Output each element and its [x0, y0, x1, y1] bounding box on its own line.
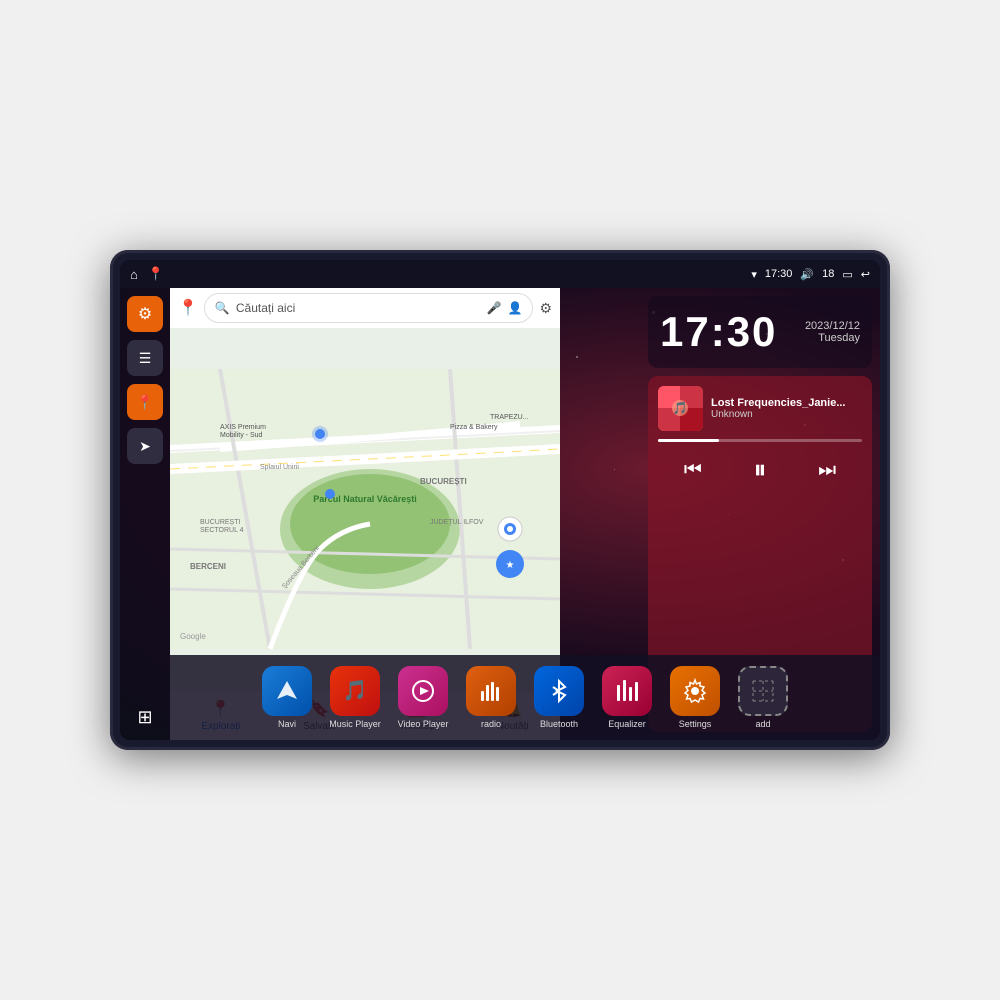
map-svg: ★ Parcul Natural Văcărești AXIS Premium [170, 328, 560, 690]
music-player-label: Music Player [329, 719, 381, 729]
mic-icon[interactable]: 🎤 [487, 301, 502, 315]
map-search-bar[interactable]: 🔍 Căutați aici 🎤 👤 [204, 293, 534, 323]
svg-text:BUCUREȘTI: BUCUREȘTI [200, 519, 241, 526]
google-maps-icon: 📍 [178, 298, 198, 318]
settings-app-icon [670, 666, 720, 716]
files-icon: ☰ [139, 350, 152, 367]
video-player-icon [398, 666, 448, 716]
radio-icon [466, 666, 516, 716]
radio-label: radio [481, 719, 501, 729]
sidebar-files-button[interactable]: ☰ [127, 340, 163, 376]
app-video-player[interactable]: Video Player [392, 666, 454, 729]
add-label: add [755, 719, 770, 729]
svg-text:JUDEȚUL ILFOV: JUDEȚUL ILFOV [430, 519, 484, 526]
app-radio[interactable]: radio [460, 666, 522, 729]
svg-text:AXIS Premium: AXIS Premium [220, 424, 266, 431]
video-player-label: Video Player [398, 719, 449, 729]
pause-button[interactable]: ⏸ [749, 450, 770, 490]
svg-text:Google: Google [180, 632, 206, 641]
day-text: Tuesday [818, 332, 860, 344]
sidebar-navigate-button[interactable]: ➤ [127, 428, 163, 464]
equalizer-icon [602, 666, 652, 716]
svg-text:BERCENI: BERCENI [190, 562, 226, 571]
add-icon [738, 666, 788, 716]
equalizer-label: Equalizer [608, 719, 646, 729]
svg-text:SECTORUL 4: SECTORUL 4 [200, 527, 244, 534]
wifi-icon: ▾ [751, 268, 757, 281]
status-left: ⌂ 📍 [130, 266, 164, 282]
clock-time: 17:30 [660, 308, 777, 356]
music-player-icon: 🎵 [330, 666, 380, 716]
navi-label: Navi [278, 719, 296, 729]
settings-map-icon[interactable]: ⚙ [539, 300, 552, 317]
battery-icon: ▭ [842, 268, 852, 281]
app-grid-button[interactable]: ⊞ [133, 703, 156, 732]
bluetooth-icon [534, 666, 584, 716]
app-equalizer[interactable]: Equalizer [596, 666, 658, 729]
app-settings[interactable]: Settings [664, 666, 726, 729]
app-add[interactable]: add [732, 666, 794, 729]
clock-date: 2023/12/12 Tuesday [805, 320, 860, 344]
map-pin-icon: 📍 [136, 394, 153, 411]
album-art: 🎵 [658, 386, 703, 431]
music-progress-fill [658, 439, 719, 442]
status-bar: ⌂ 📍 ▾ 17:30 🔊 18 ▭ ↩ [120, 260, 880, 288]
next-track-button[interactable]: ⏭ [814, 455, 840, 486]
music-title: Lost Frequencies_Janie... [711, 397, 862, 409]
volume-icon: 🔊 [800, 268, 814, 281]
svg-text:🎵: 🎵 [673, 401, 688, 415]
music-progress-bar[interactable] [658, 439, 862, 442]
settings-app-label: Settings [679, 719, 712, 729]
navigate-icon: ➤ [139, 438, 151, 455]
device-screen: ⌂ 📍 ▾ 17:30 🔊 18 ▭ ↩ [120, 260, 880, 740]
sidebar-settings-button[interactable]: ⚙ [127, 296, 163, 332]
app-music-player[interactable]: 🎵 Music Player [324, 666, 386, 729]
svg-text:BUCUREȘTI: BUCUREȘTI [420, 477, 467, 486]
search-placeholder: Căutați aici [236, 301, 481, 315]
music-info: 🎵 Lost Frequencies_Janie... Unknown [658, 386, 862, 431]
left-sidebar: ⚙ ☰ 📍 ➤ ⊞ [120, 288, 170, 740]
app-bluetooth[interactable]: Bluetooth [528, 666, 590, 729]
status-time: 17:30 [765, 268, 793, 280]
svg-text:TRAPEZU...: TRAPEZU... [490, 414, 529, 421]
settings-icon: ⚙ [138, 304, 152, 324]
app-grid: Navi 🎵 Music Player [170, 655, 880, 740]
maps-status-icon[interactable]: 📍 [148, 266, 164, 282]
prev-track-button[interactable]: ⏮ [680, 455, 706, 486]
account-icon[interactable]: 👤 [507, 301, 522, 315]
music-controls: ⏮ ⏸ ⏭ [658, 450, 862, 490]
map-area[interactable]: ★ Parcul Natural Văcărești AXIS Premium [170, 328, 560, 690]
svg-text:Pizza & Bakery: Pizza & Bakery [450, 424, 498, 431]
app-navi[interactable]: Navi [256, 666, 318, 729]
svg-text:Mobility - Sud: Mobility - Sud [220, 432, 263, 439]
clock-widget: 17:30 2023/12/12 Tuesday [648, 296, 872, 368]
main-area: ⚙ ☰ 📍 ➤ ⊞ 📍 [120, 288, 880, 740]
sidebar-maps-button[interactable]: 📍 [127, 384, 163, 420]
map-toolbar: 📍 🔍 Căutați aici 🎤 👤 ⚙ [170, 288, 560, 328]
search-icon: 🔍 [215, 301, 230, 315]
back-icon[interactable]: ↩ [861, 268, 870, 281]
svg-text:🎵: 🎵 [343, 679, 368, 702]
home-icon[interactable]: ⌂ [130, 267, 138, 282]
date-text: 2023/12/12 [805, 320, 860, 332]
navi-icon [262, 666, 312, 716]
status-right: ▾ 17:30 🔊 18 ▭ ↩ [751, 268, 870, 281]
battery-level: 18 [822, 268, 834, 280]
music-details: Lost Frequencies_Janie... Unknown [711, 397, 862, 420]
music-artist: Unknown [711, 409, 862, 420]
car-head-unit: ⌂ 📍 ▾ 17:30 🔊 18 ▭ ↩ [110, 250, 890, 750]
svg-text:★: ★ [506, 560, 515, 571]
bluetooth-label: Bluetooth [540, 719, 578, 729]
svg-text:Splaiul Unirii: Splaiul Unirii [260, 464, 299, 471]
